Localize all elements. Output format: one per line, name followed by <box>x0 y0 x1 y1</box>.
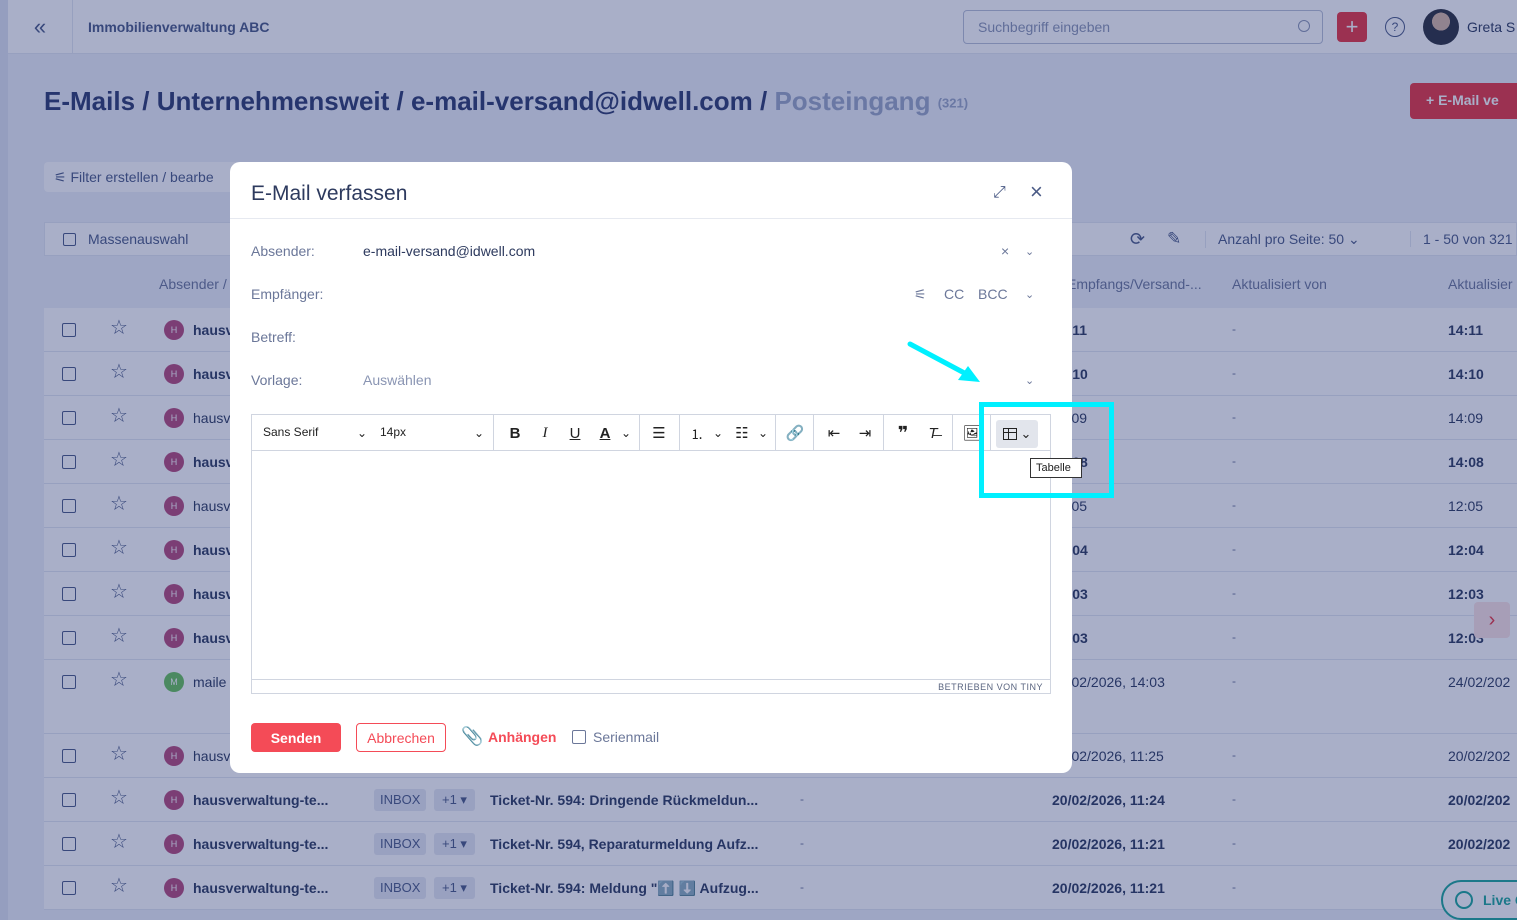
rich-text-editor: Sans Serif ⌄ 14px ⌄ B I U A ⌄ ☰ ⒈ ⌄ ☷ ⌄ … <box>251 414 1051 694</box>
toolbar-separator <box>813 415 814 451</box>
indent-icon[interactable]: ⇥ <box>852 415 878 451</box>
compose-email-dialog: E-Mail verfassen ⤢ × Absender: e-mail-ve… <box>230 162 1072 773</box>
bcc-button[interactable]: BCC <box>978 286 1008 302</box>
annotation-arrow-icon <box>907 341 980 382</box>
paperclip-icon[interactable]: 📎 <box>461 726 483 747</box>
font-family-value: Sans Serif <box>263 425 319 439</box>
powered-by-label[interactable]: BETRIEBEN VON TINY <box>938 682 1043 692</box>
editor-toolbar: Sans Serif ⌄ 14px ⌄ B I U A ⌄ ☰ ⒈ ⌄ ☷ ⌄ … <box>252 415 1050 451</box>
chevron-down-icon[interactable]: ⌄ <box>755 415 771 451</box>
chevron-down-icon[interactable]: ⌄ <box>618 415 634 451</box>
underline-icon[interactable]: U <box>562 415 588 451</box>
highlight-box <box>979 402 1114 498</box>
toolbar-separator <box>883 415 884 451</box>
editor-status-bar: BETRIEBEN VON TINY <box>252 679 1050 693</box>
bold-icon[interactable]: B <box>502 415 528 451</box>
chevron-down-icon[interactable]: ⌄ <box>1025 288 1034 301</box>
font-family-select[interactable]: Sans Serif <box>263 425 318 439</box>
close-icon[interactable]: × <box>1030 179 1043 205</box>
chevron-down-icon[interactable]: ⌄ <box>469 415 489 451</box>
dialog-title: E-Mail verfassen <box>251 182 408 205</box>
recipient-label: Empfänger: <box>251 286 324 302</box>
numbered-list-icon[interactable]: ⒈ <box>684 415 710 451</box>
outdent-icon[interactable]: ⇤ <box>821 415 847 451</box>
toolbar-separator <box>639 415 640 451</box>
template-select[interactable]: Auswählen <box>363 372 432 388</box>
subject-label: Betreff: <box>251 329 296 345</box>
clear-format-icon[interactable]: T̶ <box>920 415 946 451</box>
clear-icon[interactable]: × <box>1001 243 1009 259</box>
blockquote-icon[interactable]: ❞ <box>890 415 916 451</box>
chevron-down-icon[interactable]: ⌄ <box>1025 374 1034 387</box>
sender-select[interactable]: e-mail-versand@idwell.com <box>363 243 535 259</box>
link-icon[interactable]: 🔗 <box>782 415 808 451</box>
chevron-down-icon[interactable]: ⌄ <box>1025 245 1034 258</box>
font-size-select[interactable]: 14px <box>380 425 406 439</box>
italic-icon[interactable]: I <box>532 415 558 451</box>
send-button[interactable]: Senden <box>251 723 341 752</box>
cancel-button[interactable]: Abbrechen <box>356 723 446 752</box>
serial-mail-label[interactable]: Serienmail <box>593 729 659 745</box>
toolbar-separator <box>775 415 776 451</box>
cc-button[interactable]: CC <box>944 286 964 302</box>
chevron-down-icon[interactable]: ⌄ <box>710 415 726 451</box>
template-label: Vorlage: <box>251 372 303 388</box>
recipient-input[interactable] <box>363 286 883 304</box>
dialog-header: E-Mail verfassen ⤢ × <box>230 162 1072 219</box>
toolbar-separator <box>493 415 494 451</box>
toolbar-separator <box>952 415 953 451</box>
sender-label: Absender: <box>251 243 315 259</box>
bullet-list-icon[interactable]: ☷ <box>729 415 755 451</box>
serial-mail-checkbox[interactable] <box>572 730 586 744</box>
expand-icon[interactable]: ⤢ <box>993 184 1006 202</box>
font-size-value: 14px <box>380 425 407 439</box>
editor-content-area[interactable] <box>252 452 1050 678</box>
attach-button[interactable]: Anhängen <box>488 729 556 745</box>
filter-icon[interactable]: ⚟ <box>914 286 927 303</box>
toolbar-separator <box>679 415 680 451</box>
align-left-icon[interactable]: ☰ <box>646 415 672 451</box>
text-color-icon[interactable]: A <box>592 415 618 451</box>
chevron-down-icon[interactable]: ⌄ <box>352 415 372 451</box>
